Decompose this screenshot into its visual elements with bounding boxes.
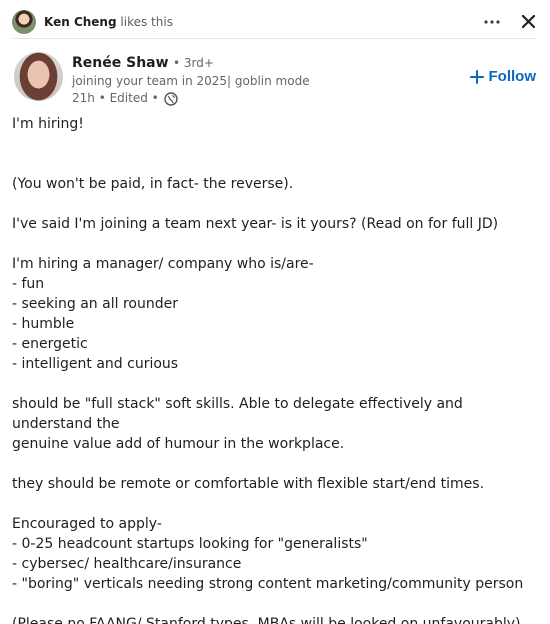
post-author-header: Renée Shaw • 3rd+ joining your team in 2… <box>14 52 537 107</box>
globe-icon <box>164 91 178 106</box>
post-line <box>12 154 536 174</box>
post-line: I'm hiring a manager/ company who is/are… <box>12 256 314 272</box>
post-line: - energetic <box>12 336 88 352</box>
author-name-line: Renée Shaw • 3rd+ <box>72 54 310 72</box>
post-line <box>12 454 536 474</box>
post-line: I've said I'm joining a team next year- … <box>12 216 499 232</box>
follow-button[interactable]: Follow <box>469 68 537 85</box>
post-meta: 21h • Edited • <box>72 90 310 107</box>
post-line: (You won't be paid, in fact- the reverse… <box>12 176 294 192</box>
post-line <box>12 374 536 394</box>
social-activity-bar: Ken Cheng likes this <box>12 5 536 39</box>
follow-label: Follow <box>488 68 537 85</box>
post-line: - fun <box>12 276 45 292</box>
post-line <box>12 194 536 214</box>
post-line: (Please no FAANG/ Stanford types. MBAs w… <box>12 616 521 624</box>
author-info: Renée Shaw • 3rd+ joining your team in 2… <box>72 52 310 107</box>
post-line <box>12 494 536 514</box>
post-line: genuine value add of humour in the workp… <box>12 436 345 452</box>
close-icon[interactable] <box>520 14 536 30</box>
post-line <box>12 234 536 254</box>
post-line: I'm hiring! <box>12 116 84 132</box>
post-line: - 0-25 headcount startups looking for "g… <box>12 536 368 552</box>
post-line <box>12 134 536 154</box>
post-line: should be "full stack" soft skills. Able… <box>12 396 468 432</box>
post-timestamp: 21h • Edited • <box>72 91 159 105</box>
author-avatar[interactable] <box>14 52 63 101</box>
more-horizontal-icon[interactable] <box>484 14 500 30</box>
post-card: Ken Cheng likes this Renée Shaw • 3rd+ j… <box>0 0 550 624</box>
social-activity-text: Ken Cheng likes this <box>44 15 173 29</box>
author-name[interactable]: Renée Shaw <box>72 55 169 71</box>
post-line: - humble <box>12 316 75 332</box>
post-line: Encouraged to apply- <box>12 516 162 532</box>
post-line: - intelligent and curious <box>12 356 179 372</box>
post-body: I'm hiring! (You won't be paid, in fact- … <box>12 114 536 624</box>
liker-name[interactable]: Ken Cheng <box>44 15 117 29</box>
post-line <box>12 594 536 614</box>
plus-icon <box>469 69 484 84</box>
post-line: - seeking an all rounder <box>12 296 178 312</box>
author-headline: joining your team in 2025| goblin mode <box>72 74 310 88</box>
liker-avatar[interactable] <box>12 9 36 34</box>
post-line: - cybersec/ healthcare/insurance <box>12 556 242 572</box>
post-controls <box>484 14 536 30</box>
post-line: - "boring" verticals needing strong cont… <box>12 576 524 592</box>
post-line: they should be remote or comfortable wit… <box>12 476 485 492</box>
connection-degree: • 3rd+ <box>173 56 214 70</box>
social-action: likes this <box>120 14 173 29</box>
